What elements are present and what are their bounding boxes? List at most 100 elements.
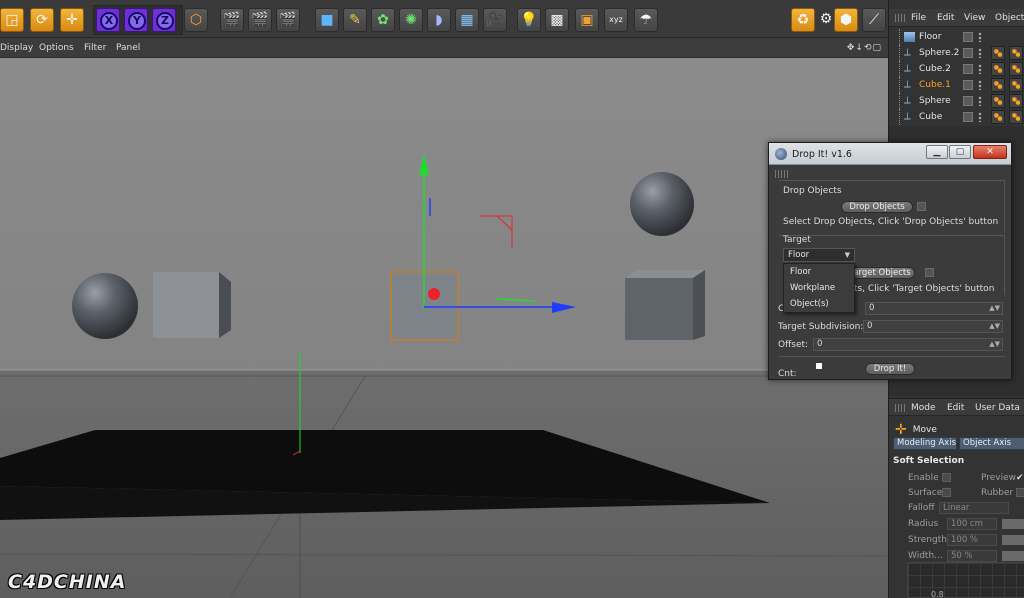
editor-render-dots-icon[interactable]: [978, 32, 982, 42]
drop-objects-button[interactable]: Drop Objects: [841, 201, 913, 213]
editor-render-dots-icon[interactable]: [978, 96, 982, 106]
menu-display[interactable]: Display: [0, 43, 33, 53]
close-button[interactable]: ✕: [973, 145, 1007, 159]
layer-visibility-icon[interactable]: [963, 64, 973, 74]
target-option-workplane[interactable]: Workplane: [784, 280, 854, 296]
dialog-grip-icon[interactable]: [775, 170, 789, 178]
strength-slider[interactable]: [1002, 535, 1024, 545]
preview-checkbox[interactable]: ✔: [1016, 473, 1024, 483]
object-row[interactable]: ⟂ Cube.1: [889, 77, 1024, 93]
camera-icon[interactable]: 🎥: [483, 8, 507, 32]
editor-render-dots-icon[interactable]: [978, 64, 982, 74]
object-row[interactable]: Floor: [889, 29, 1024, 45]
recycle-plugin-icon[interactable]: ♻: [791, 8, 815, 32]
target-subdivision-field[interactable]: 0 ▲▼: [863, 320, 1003, 333]
rotate-tool-icon[interactable]: ⟳: [30, 8, 54, 32]
y-axis-lock-button[interactable]: Y: [124, 8, 148, 32]
parachute-icon[interactable]: ☂: [634, 8, 658, 32]
light-icon[interactable]: 💡: [517, 8, 541, 32]
viewport-navigation-icons[interactable]: ✥↓⟲▢: [847, 43, 882, 53]
object-name[interactable]: Sphere: [919, 96, 951, 106]
render-settings-icon[interactable]: 🎬: [276, 8, 300, 32]
row-c-field[interactable]: 0 ▲▼: [865, 302, 1003, 315]
target-objects-checkbox[interactable]: [925, 268, 934, 277]
pen-spline-icon[interactable]: ✎: [343, 8, 367, 32]
scale-tool-icon[interactable]: ◲: [0, 8, 24, 32]
layer-visibility-icon[interactable]: [963, 48, 973, 58]
tab-object-axis[interactable]: Object Axis: [959, 437, 1024, 450]
editor-render-dots-icon[interactable]: [978, 48, 982, 58]
render-picture-viewer-icon[interactable]: 🎬: [248, 8, 272, 32]
am-menu-edit[interactable]: Edit: [947, 403, 964, 413]
object-name[interactable]: Cube: [919, 112, 942, 122]
am-menu-mode[interactable]: Mode: [911, 403, 936, 413]
layer-visibility-icon[interactable]: [963, 80, 973, 90]
om-menu-file[interactable]: File: [911, 13, 926, 23]
object-row[interactable]: ⟂ Cube.2: [889, 61, 1024, 77]
width-slider[interactable]: [1002, 551, 1024, 561]
falloff-graph[interactable]: [907, 562, 1024, 598]
dynamics-tag-icon[interactable]: [991, 110, 1005, 124]
target-option-floor[interactable]: Floor: [784, 264, 854, 280]
dynamics-tag-icon[interactable]: [1009, 46, 1023, 60]
dynamics-tag-icon[interactable]: [1009, 94, 1023, 108]
editor-render-dots-icon[interactable]: [978, 112, 982, 122]
spinner-icon[interactable]: ▲▼: [989, 321, 1000, 332]
object-name[interactable]: Sphere.2: [919, 48, 959, 58]
om-menu-edit[interactable]: Edit: [937, 13, 954, 23]
panel-grip-icon[interactable]: [895, 404, 905, 412]
spinner-icon[interactable]: ▲▼: [989, 339, 1000, 350]
character-ik-icon[interactable]: ⟋: [862, 8, 886, 32]
editor-render-dots-icon[interactable]: [978, 80, 982, 90]
settings-gear-icon[interactable]: ⚙: [818, 8, 834, 32]
deformer-icon[interactable]: ◗: [427, 8, 451, 32]
dynamics-tag-icon[interactable]: [991, 62, 1005, 76]
object-row[interactable]: ⟂ Sphere: [889, 93, 1024, 109]
width-field[interactable]: 50 %: [947, 550, 997, 562]
cube-primitive-icon[interactable]: ■: [315, 8, 339, 32]
3d-viewport[interactable]: C4DCHINA: [0, 58, 888, 598]
xyz-axis-icon[interactable]: xyz: [604, 8, 628, 32]
layer-visibility-icon[interactable]: [963, 112, 973, 122]
falloff-select[interactable]: Linear: [939, 502, 1009, 514]
maximize-button[interactable]: ▢: [949, 145, 971, 159]
object-name[interactable]: Floor: [919, 32, 941, 42]
panel-grip-icon[interactable]: [895, 14, 905, 22]
hexagon-plugin-icon[interactable]: ⬢: [834, 8, 858, 32]
workplane-icon[interactable]: ▣: [575, 8, 599, 32]
dynamics-tag-icon[interactable]: [1009, 78, 1023, 92]
object-name[interactable]: Cube.2: [919, 64, 951, 74]
z-axis-lock-button[interactable]: Z: [152, 8, 176, 32]
object-name[interactable]: Cube.1: [919, 80, 951, 90]
x-axis-lock-button[interactable]: X: [96, 8, 120, 32]
dynamics-tag-icon[interactable]: [1009, 62, 1023, 76]
drop-it-button[interactable]: Drop It!: [865, 363, 915, 375]
strength-field[interactable]: 100 %: [947, 534, 997, 546]
menu-options[interactable]: Options: [39, 43, 74, 53]
drop-objects-checkbox[interactable]: [917, 202, 926, 211]
dynamics-tag-icon[interactable]: [991, 94, 1005, 108]
move-tool-icon[interactable]: ✛: [60, 8, 84, 32]
om-menu-objects[interactable]: Objects: [995, 13, 1024, 23]
minimize-button[interactable]: ▁: [926, 145, 948, 159]
object-row[interactable]: ⟂ Sphere.2: [889, 45, 1024, 61]
tab-modeling-axis[interactable]: Modeling Axis: [893, 437, 957, 450]
target-select[interactable]: Floor ▼: [783, 248, 855, 262]
enable-checkbox[interactable]: [942, 473, 951, 482]
target-option-objects[interactable]: Object(s): [784, 296, 854, 312]
target-objects-button[interactable]: arget Objects: [849, 267, 915, 279]
nurbs-icon[interactable]: ✿: [371, 8, 395, 32]
array-icon[interactable]: ✺: [399, 8, 423, 32]
spinner-icon[interactable]: ▲▼: [989, 303, 1000, 314]
menu-filter[interactable]: Filter: [84, 43, 106, 53]
layer-visibility-icon[interactable]: [963, 96, 973, 106]
surface-checkbox[interactable]: [942, 488, 951, 497]
floor-scene-icon[interactable]: ▦: [455, 8, 479, 32]
grid-icon[interactable]: ▩: [545, 8, 569, 32]
render-view-icon[interactable]: 🎬: [220, 8, 244, 32]
dynamics-tag-icon[interactable]: [1009, 110, 1023, 124]
world-coordinates-icon[interactable]: ⬡: [184, 8, 208, 32]
om-menu-view[interactable]: View: [964, 13, 985, 23]
rubber-checkbox[interactable]: [1016, 488, 1024, 497]
radius-field[interactable]: 100 cm: [947, 518, 997, 530]
